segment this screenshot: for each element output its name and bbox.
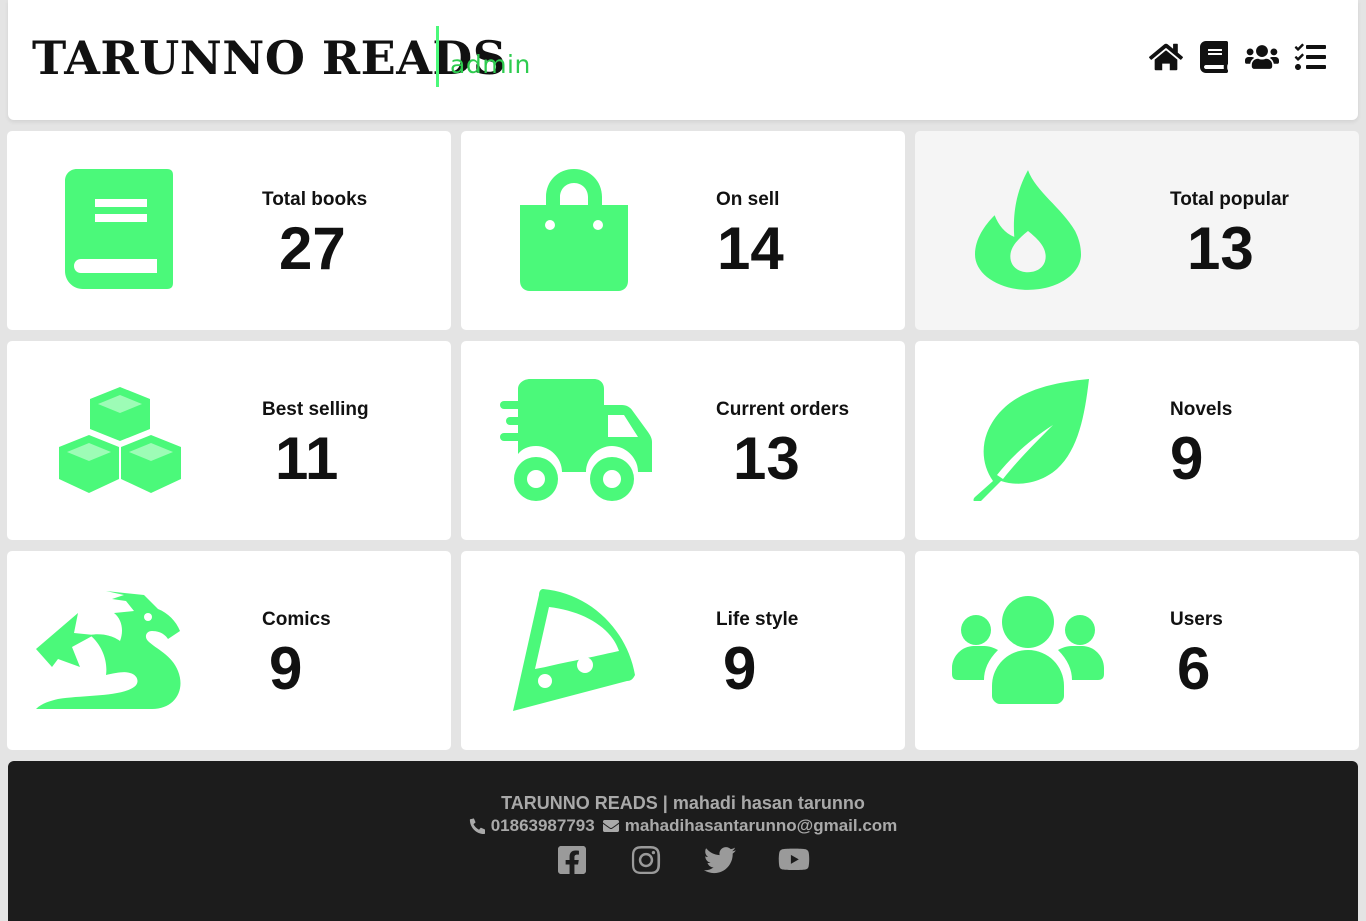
top-nav [1148,40,1328,74]
phone-icon [469,818,485,834]
users-icon[interactable] [1244,40,1280,74]
stat-value: 9 [1170,425,1204,492]
stat-value: 13 [733,425,800,492]
stat-label: Best selling [262,399,369,420]
users-icon [943,585,1113,715]
facebook-icon[interactable] [556,846,588,874]
stat-label: On sell [716,189,780,210]
footer: TARUNNO READS | mahadi hasan tarunno 018… [8,761,1358,921]
stat-value: 9 [269,635,303,702]
stat-card-users[interactable]: Users 6 [915,551,1359,750]
stat-label: Current orders [716,399,850,420]
book-icon[interactable] [1196,40,1232,74]
brand-divider [436,26,439,87]
footer-contact: 01863987793 mahadihasantarunno@gmail.com [8,816,1358,836]
stat-card-total-popular[interactable]: Total popular 13 [915,131,1359,330]
stat-label: Users [1170,609,1223,630]
dragon-icon [27,585,197,715]
delivery-truck-icon [491,375,661,505]
fire-icon [943,165,1113,295]
pizza-slice-icon [489,585,659,715]
role-label: admin [450,50,531,79]
youtube-icon[interactable] [778,846,810,874]
social-links [8,846,1358,874]
stat-label: Total books [262,189,368,210]
stat-card-best-selling[interactable]: Best selling 11 [7,341,451,540]
envelope-icon [602,820,619,832]
top-header: TARUNNO READS admin [8,0,1358,120]
book-icon [35,165,205,295]
footer-phone[interactable]: 01863987793 [491,816,595,836]
stat-value: 14 [717,215,784,282]
stat-card-total-books[interactable]: Total books 27 [7,131,451,330]
stat-label: Life style [716,609,799,630]
twitter-icon[interactable] [704,846,736,874]
shopping-bag-icon [489,165,659,295]
stat-value: 9 [723,635,757,702]
stat-card-current-orders[interactable]: Current orders 13 [461,341,905,540]
stat-card-life-style[interactable]: Life style 9 [461,551,905,750]
stat-label: Comics [262,609,331,630]
stat-value: 27 [279,215,346,282]
stat-label: Novels [1170,399,1233,420]
home-icon[interactable] [1148,40,1184,74]
stat-label: Total popular [1170,189,1289,210]
footer-email[interactable]: mahadihasantarunno@gmail.com [625,816,898,836]
stat-card-novels[interactable]: Novels 9 [915,341,1359,540]
cubes-icon [35,375,205,505]
stat-value: 11 [275,425,339,492]
feather-icon [943,375,1113,505]
footer-title: TARUNNO READS | mahadi hasan tarunno [501,793,865,813]
tasks-icon[interactable] [1292,40,1328,74]
stat-card-on-sell[interactable]: On sell 14 [461,131,905,330]
instagram-icon[interactable] [630,846,662,874]
stat-value: 6 [1177,635,1211,702]
stat-card-comics[interactable]: Comics 9 [7,551,451,750]
stat-value: 13 [1187,215,1254,282]
